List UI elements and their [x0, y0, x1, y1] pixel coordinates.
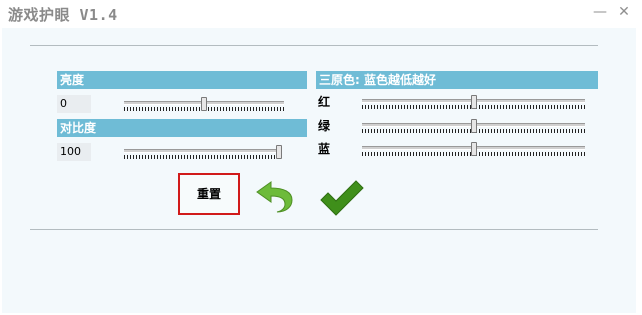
contrast-header: 对比度 [57, 119, 307, 137]
brightness-slider-thumb[interactable] [201, 97, 207, 111]
brightness-slider[interactable] [124, 95, 284, 113]
window-title: 游戏护眼 V1.4 [8, 6, 118, 24]
reset-button[interactable]: 重置 [178, 173, 240, 215]
green-label: 绿 [318, 119, 331, 133]
blue-label: 蓝 [318, 142, 331, 156]
close-icon[interactable]: ✕ [616, 4, 632, 20]
red-label: 红 [318, 95, 331, 109]
checkmark-icon [320, 180, 364, 216]
contrast-slider-thumb[interactable] [276, 145, 282, 159]
confirm-button[interactable] [318, 178, 366, 218]
top-divider [30, 45, 598, 46]
blue-slider-thumb[interactable] [470, 142, 477, 156]
title-bar: 游戏护眼 V1.4 — ✕ [0, 0, 642, 28]
primaries-header: 三原色: 蓝色越低越好 [316, 71, 598, 89]
undo-button[interactable] [255, 178, 295, 216]
red-slider-thumb[interactable] [470, 95, 477, 109]
minimize-icon[interactable]: — [592, 4, 608, 20]
bottom-divider [30, 229, 598, 230]
brightness-header: 亮度 [57, 71, 307, 89]
red-slider[interactable] [362, 93, 585, 111]
contrast-value: 100 [57, 143, 91, 161]
green-slider-thumb[interactable] [470, 119, 477, 133]
brightness-value: 0 [57, 95, 91, 113]
undo-arrow-icon [256, 181, 293, 213]
green-slider[interactable] [362, 117, 585, 135]
contrast-slider[interactable] [124, 143, 282, 161]
blue-slider[interactable] [362, 140, 585, 158]
